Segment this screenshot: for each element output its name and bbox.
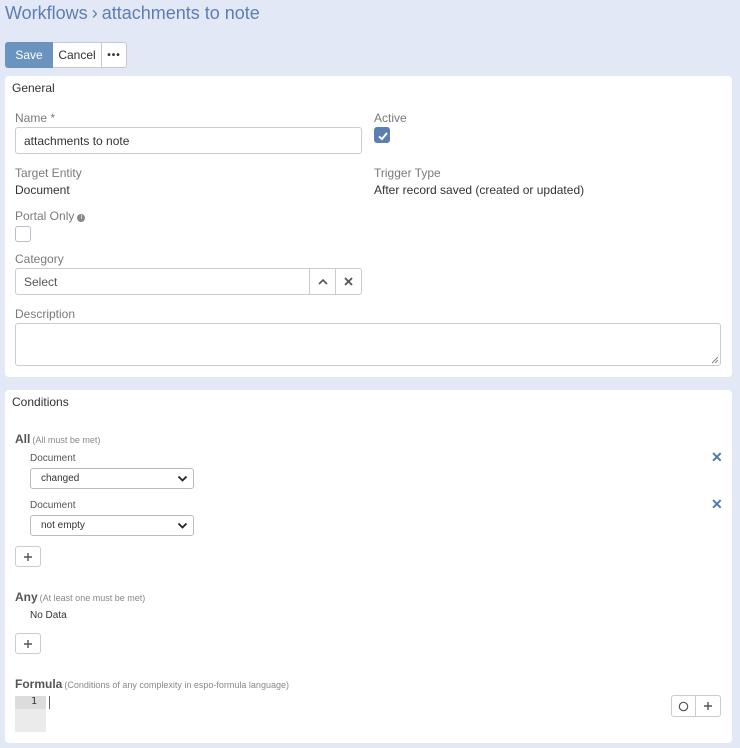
breadcrumb-root-link[interactable]: Workflows xyxy=(5,3,88,23)
formula-header: Formula (Conditions of any complexity in … xyxy=(15,677,289,691)
formula-hint: (Conditions of any complexity in espo-fo… xyxy=(64,680,289,690)
record-toolbar: Save Cancel ••• xyxy=(5,42,127,68)
portal-only-label-wrap: Portal Only i xyxy=(15,209,86,223)
condition-operator-select[interactable]: changed xyxy=(30,468,194,489)
condition-operator-select[interactable]: not empty xyxy=(30,515,194,536)
trigger-type-label: Trigger Type xyxy=(374,166,441,180)
formula-check-button[interactable] xyxy=(671,695,696,717)
general-panel: General Name * attachments to note Activ… xyxy=(5,76,732,377)
plus-icon xyxy=(704,702,712,710)
formula-label: Formula xyxy=(15,677,63,691)
category-input[interactable]: Select xyxy=(15,268,310,295)
condition-operator-value: not empty xyxy=(41,520,85,531)
cancel-button[interactable]: Cancel xyxy=(53,42,102,68)
conditions-panel: Conditions All (All must be met) Document… xyxy=(5,390,732,743)
remove-condition-icon[interactable]: ✕ xyxy=(711,450,723,464)
any-no-data: No Data xyxy=(30,610,67,621)
plus-icon xyxy=(24,552,32,561)
add-any-condition-button[interactable] xyxy=(15,633,41,654)
chevron-up-icon xyxy=(317,278,328,285)
all-hint: (All must be met) xyxy=(32,435,101,445)
breadcrumb-separator: › xyxy=(91,3,98,23)
active-checkbox[interactable] xyxy=(374,127,390,143)
more-actions-button[interactable]: ••• xyxy=(102,42,127,68)
remove-condition-icon[interactable]: ✕ xyxy=(711,497,723,511)
target-entity-label: Target Entity xyxy=(15,166,82,180)
description-label: Description xyxy=(15,307,76,321)
active-label: Active xyxy=(374,111,407,125)
condition-operator-value: changed xyxy=(41,473,80,484)
formula-add-button[interactable] xyxy=(696,695,721,717)
circle-icon xyxy=(678,701,689,711)
line-number: 1 xyxy=(30,696,37,707)
breadcrumb-current: attachments to note xyxy=(101,3,260,23)
formula-editor-caret[interactable] xyxy=(49,696,50,709)
any-conditions-header: Any (At least one must be met) xyxy=(15,590,145,604)
portal-only-label: Portal Only xyxy=(15,209,75,223)
save-button[interactable]: Save xyxy=(5,42,53,68)
name-label: Name * xyxy=(15,111,56,125)
general-panel-title: General xyxy=(12,81,55,95)
conditions-panel-title: Conditions xyxy=(12,395,69,409)
condition-entity-label: Document xyxy=(30,500,76,511)
checkmark-icon xyxy=(378,132,388,141)
all-conditions-header: All (All must be met) xyxy=(15,432,100,446)
add-all-condition-button[interactable] xyxy=(15,546,41,567)
formula-editor-gutter: 1 xyxy=(15,696,46,732)
trigger-type-value: After record saved (created or updated) xyxy=(374,183,585,197)
description-textarea[interactable] xyxy=(15,323,721,366)
category-clear-button[interactable] xyxy=(336,268,362,295)
category-select: Select xyxy=(15,268,362,295)
formula-tools xyxy=(671,695,721,717)
category-label: Category xyxy=(15,252,64,266)
target-entity-value: Document xyxy=(15,183,70,197)
breadcrumb: Workflows › attachments to note xyxy=(5,3,260,24)
condition-entity-label: Document xyxy=(30,453,76,464)
plus-icon xyxy=(24,639,32,648)
portal-only-checkbox[interactable] xyxy=(15,226,31,242)
chevron-down-icon xyxy=(177,475,188,482)
any-hint: (At least one must be met) xyxy=(39,593,146,603)
resize-grip-icon[interactable] xyxy=(711,356,719,364)
any-label: Any xyxy=(15,590,38,604)
info-icon[interactable]: i xyxy=(77,214,86,222)
chevron-down-icon xyxy=(177,522,188,529)
category-expand-button[interactable] xyxy=(310,268,336,295)
close-icon xyxy=(344,277,353,286)
name-field[interactable]: attachments to note xyxy=(15,127,362,154)
all-label: All xyxy=(15,432,31,446)
